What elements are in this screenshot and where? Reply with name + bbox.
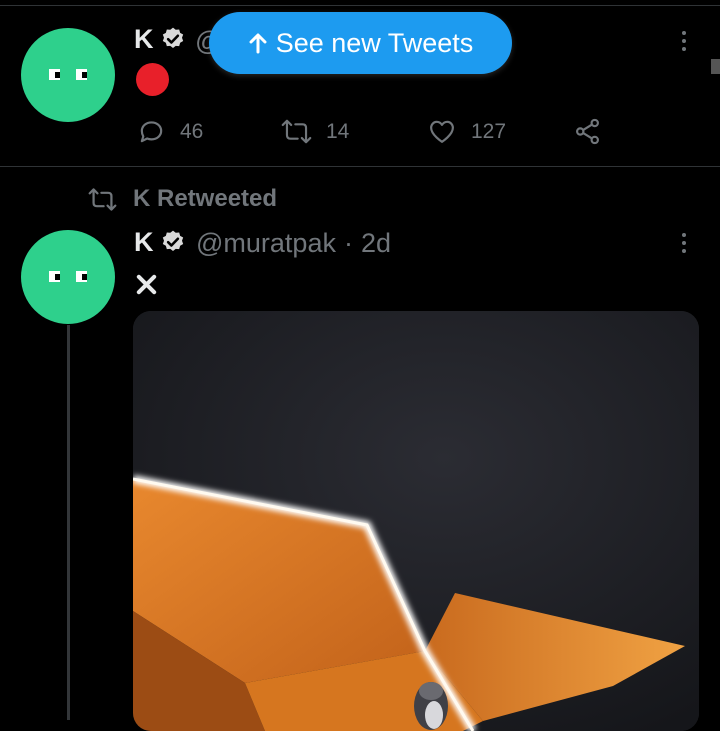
see-new-tweets-label: See new Tweets (275, 27, 474, 58)
avatar-eye-right (76, 69, 87, 80)
reply-count: 46 (180, 119, 204, 143)
red-circle-emoji (136, 63, 169, 96)
meta-separator: · (343, 228, 353, 258)
scrollbar-thumb[interactable] (711, 59, 720, 74)
more-options-icon[interactable] (680, 232, 688, 254)
avatar[interactable] (21, 28, 115, 122)
reply-icon (140, 121, 163, 143)
retweet-icon (281, 119, 312, 144)
tweet-meta: @muratpak · 2d (196, 228, 391, 259)
media-image (133, 311, 699, 731)
avatar-eye-right (76, 271, 87, 282)
top-divider (0, 5, 720, 6)
retweet-button[interactable]: 14 (281, 117, 349, 146)
more-options-icon[interactable] (680, 30, 688, 52)
tweet-time[interactable]: 2d (361, 228, 391, 259)
retweeted-by-row[interactable]: K Retweeted (88, 185, 277, 213)
retweet-indicator-icon (88, 187, 117, 211)
like-button[interactable]: 127 (427, 117, 506, 146)
see-new-tweets-button[interactable]: See new Tweets (209, 12, 512, 74)
verified-badge-icon (162, 230, 184, 251)
display-name[interactable]: K (134, 24, 154, 55)
thread-line (67, 325, 70, 720)
verified-badge-icon (162, 27, 184, 48)
avatar[interactable] (21, 230, 115, 324)
arrow-up-icon (249, 33, 267, 54)
handle[interactable]: @muratpak (196, 228, 336, 259)
like-count: 127 (471, 119, 507, 143)
reply-button[interactable]: 46 (137, 117, 203, 146)
retweet-count: 14 (326, 119, 350, 143)
retweeted-by-label: K Retweeted (133, 185, 278, 212)
display-name[interactable]: K (134, 227, 154, 258)
tweet-divider (0, 166, 720, 167)
share-icon[interactable] (573, 117, 602, 146)
tweet-media[interactable] (133, 311, 699, 731)
cross-mark-icon (136, 274, 157, 295)
avatar-eye-left (49, 69, 60, 80)
avatar-eye-left (49, 271, 60, 282)
heart-icon (430, 120, 454, 143)
